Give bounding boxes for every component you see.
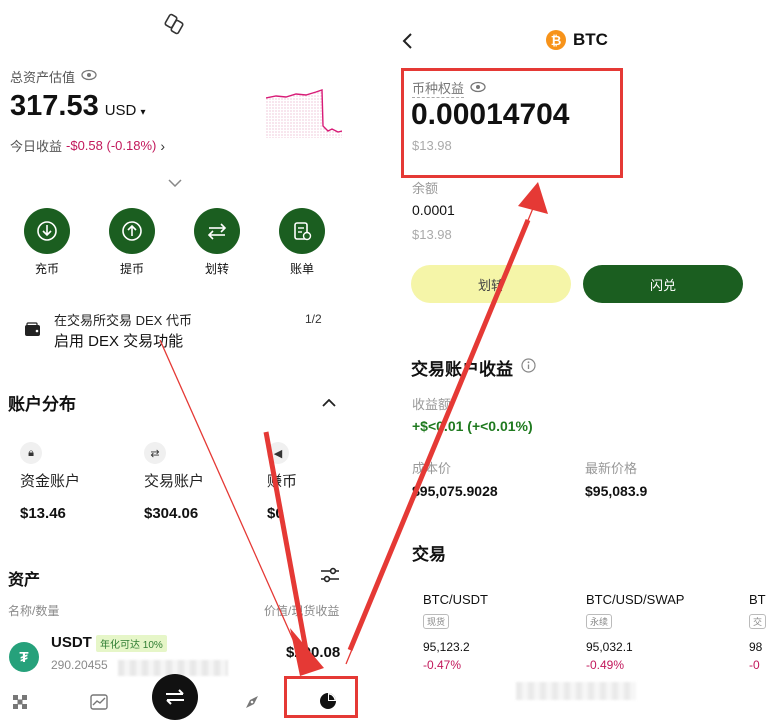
coin-title: BTC xyxy=(573,30,608,49)
pair-name: BTC/USD/SWAP xyxy=(586,592,685,607)
dex-banner[interactable]: 在交易所交易 DEX 代币 启用 DEX 交易功能 1/2 xyxy=(10,308,340,352)
cost-label: 成本价 xyxy=(412,461,452,476)
pair-change: -0.49% xyxy=(586,658,625,672)
banner-line1: 在交易所交易 DEX 代币 xyxy=(54,313,192,328)
assets-title: 资产 xyxy=(8,572,41,589)
deposit-label: 充币 xyxy=(34,262,59,276)
megaphone-icon: ◀︎ xyxy=(267,442,289,464)
trading-account[interactable]: ⇄ 交易账户 $304.06 xyxy=(144,442,244,522)
back-chevron-icon[interactable] xyxy=(402,32,414,55)
account-name: 交易账户 xyxy=(144,473,205,490)
pair-change: -0.47% xyxy=(423,658,462,672)
pair-tag: 现货 xyxy=(423,614,450,629)
transfer-icon xyxy=(194,208,240,254)
pnl-title: 交易账户收益 xyxy=(411,360,513,379)
pair-change: -0 xyxy=(749,658,760,672)
distribution-title: 账户分布 xyxy=(8,395,76,414)
withdraw-button[interactable]: 提币 xyxy=(102,208,162,277)
pair-card[interactable]: BT 交 98 -0 xyxy=(749,592,770,672)
home-icon[interactable] xyxy=(12,694,28,715)
currency-label: USD xyxy=(104,102,137,119)
deposit-button[interactable]: 充币 xyxy=(17,208,77,277)
pair-tag: 永续 xyxy=(586,614,613,629)
latest-value: $95,083.9 xyxy=(585,483,648,499)
wallet-icon xyxy=(24,322,42,343)
total-assets-label: 总资产估值 xyxy=(10,70,76,85)
swap-button[interactable]: 闪兑 xyxy=(583,265,743,303)
today-pnl-label: 今日收益 xyxy=(10,139,63,154)
pnl-amount-label: 收益额 xyxy=(412,397,452,412)
caret-down-icon: ▾ xyxy=(140,107,146,118)
withdraw-icon xyxy=(109,208,155,254)
collapse-chevron-icon[interactable] xyxy=(322,394,336,412)
pair-price: 95,032.1 xyxy=(586,640,633,654)
coin-header: ₿ BTC xyxy=(546,30,608,50)
banner-pager: 1/2 xyxy=(305,312,322,326)
expand-chevron-icon[interactable] xyxy=(168,176,182,190)
balance-usd: $13.98 xyxy=(412,227,452,242)
balance-value: 0.0001 xyxy=(412,202,455,218)
redacted-region xyxy=(516,682,636,700)
account-name: 资金账户 xyxy=(20,473,81,490)
bill-label: 账单 xyxy=(289,262,314,276)
account-value: $0 xyxy=(267,505,284,522)
pair-price: 98 xyxy=(749,640,763,654)
deposit-icon xyxy=(24,208,70,254)
account-value: $304.06 xyxy=(144,505,199,522)
eye-icon[interactable] xyxy=(81,69,97,84)
today-pnl-row[interactable]: 今日收益 -$0.58 (-0.18%) › xyxy=(10,136,165,155)
pair-card[interactable]: BTC/USDT 现货 95,123.2 -0.47% xyxy=(423,592,573,672)
btc-logo-icon: ₿ xyxy=(546,30,566,50)
trade-title: 交易 xyxy=(412,545,446,564)
highlight-box-equity xyxy=(401,68,623,178)
pnl-amount-value: +$<0.01 (+<0.01%) xyxy=(412,418,533,434)
pair-name: BTC/USDT xyxy=(423,592,488,607)
pair-tag: 交 xyxy=(749,614,767,629)
lock-icon: 🔒︎ xyxy=(20,442,42,464)
pair-price: 95,123.2 xyxy=(423,640,470,654)
bill-icon xyxy=(279,208,325,254)
chevron-right-icon: › xyxy=(160,137,166,154)
latest-label: 最新价格 xyxy=(585,461,638,476)
total-value: 317.53 xyxy=(10,90,99,122)
asset-amount: 290.20455 xyxy=(51,658,108,672)
withdraw-label: 提币 xyxy=(119,262,144,276)
assets-col-right: 价值/现货收益 xyxy=(264,604,340,618)
pair-name: BT xyxy=(749,592,766,607)
highlight-box-nav xyxy=(284,676,358,718)
funding-account[interactable]: 🔒︎ 资金账户 $13.46 xyxy=(20,442,120,522)
currency-selector[interactable]: USD ▾ xyxy=(105,102,146,119)
asset-name: USDT xyxy=(51,634,92,651)
asset-sparkline xyxy=(265,86,343,143)
assets-col-left: 名称/数量 xyxy=(8,604,60,618)
market-icon[interactable] xyxy=(90,694,108,715)
discover-icon[interactable] xyxy=(244,694,260,715)
balance-label: 余额 xyxy=(412,181,439,196)
apy-badge: 年化可达 10% xyxy=(96,635,167,652)
trade-center-button[interactable] xyxy=(152,674,198,720)
link-icon[interactable] xyxy=(163,12,185,41)
transfer-button[interactable]: 划转 xyxy=(411,265,571,303)
info-icon[interactable] xyxy=(521,357,536,378)
filter-icon[interactable] xyxy=(320,566,340,589)
earn-account[interactable]: ◀︎ 赚币 $0 xyxy=(267,442,347,522)
usdt-logo-icon: ₮ xyxy=(9,642,39,672)
transfer-label: 划转 xyxy=(204,262,229,276)
account-value: $13.46 xyxy=(20,505,66,522)
pair-card[interactable]: BTC/USD/SWAP 永续 95,032.1 -0.49% xyxy=(586,592,736,672)
account-name: 赚币 xyxy=(267,473,298,490)
cost-value: $95,075.9028 xyxy=(412,483,498,499)
today-pnl-value: -$0.58 (-0.18%) xyxy=(66,138,157,153)
exchange-icon: ⇄ xyxy=(144,442,166,464)
banner-line2: 启用 DEX 交易功能 xyxy=(54,333,184,350)
transfer-button[interactable]: 划转 xyxy=(187,208,247,277)
asset-value: $290.08 xyxy=(286,644,341,661)
bill-button[interactable]: 账单 xyxy=(272,208,332,277)
